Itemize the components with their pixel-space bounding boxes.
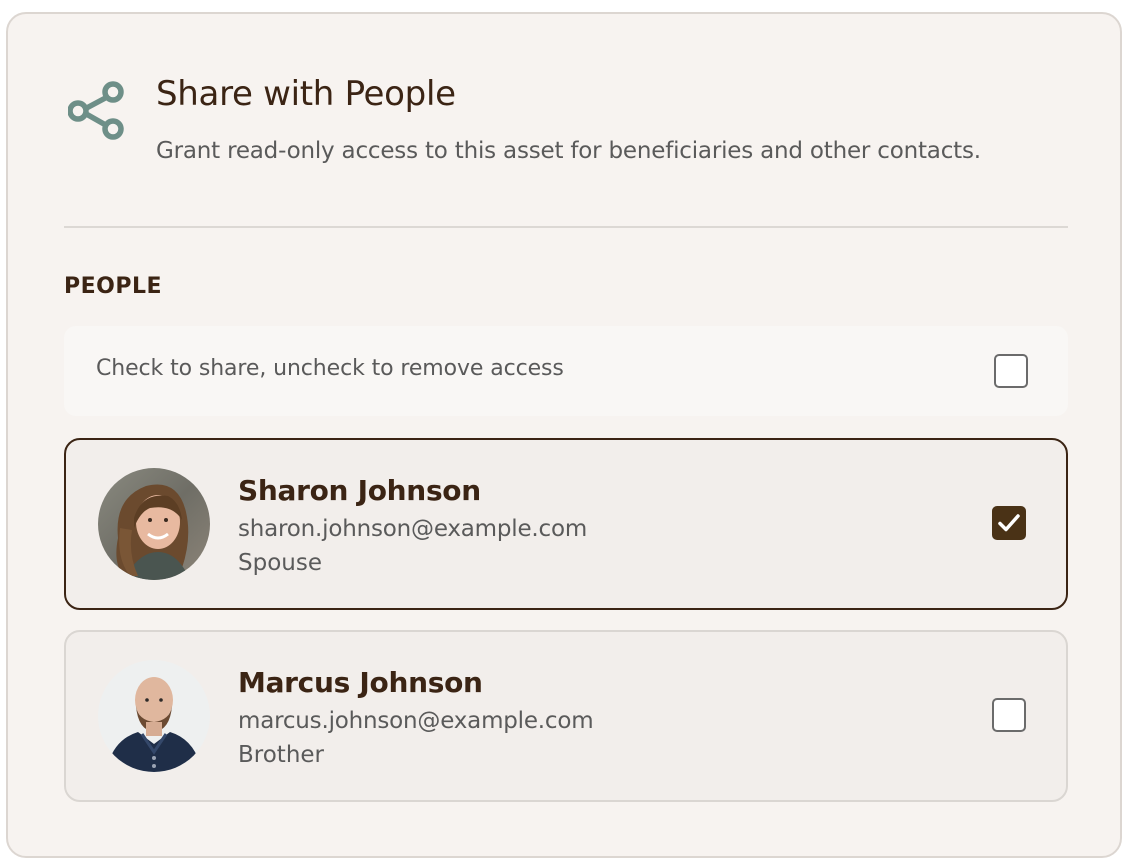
select-all-label: Check to share, uncheck to remove access [96,356,564,381]
select-all-row[interactable]: Check to share, uncheck to remove access [64,326,1068,416]
avatar [98,468,210,580]
page-title: Share with People [156,74,456,114]
person-relationship: Brother [238,742,325,768]
checkmark-icon [998,514,1020,532]
select-all-checkbox[interactable] [994,354,1028,388]
share-panel: Share with People Grant read-only access… [6,12,1122,858]
avatar [98,660,210,772]
person-email: marcus.johnson@example.com [238,708,594,734]
page-subtitle: Grant read-only access to this asset for… [156,138,981,164]
person-card-sharon[interactable]: Sharon Johnson sharon.johnson@example.co… [64,438,1068,610]
person-email: sharon.johnson@example.com [238,516,588,542]
share-checkbox-sharon[interactable] [992,506,1026,540]
person-name: Sharon Johnson [238,474,481,507]
share-checkbox-marcus[interactable] [992,698,1026,732]
section-label-people: PEOPLE [64,274,163,299]
share-icon [68,81,124,140]
divider [64,226,1068,228]
person-card-marcus[interactable]: Marcus Johnson marcus.johnson@example.co… [64,630,1068,802]
person-relationship: Spouse [238,550,322,576]
person-name: Marcus Johnson [238,666,483,699]
